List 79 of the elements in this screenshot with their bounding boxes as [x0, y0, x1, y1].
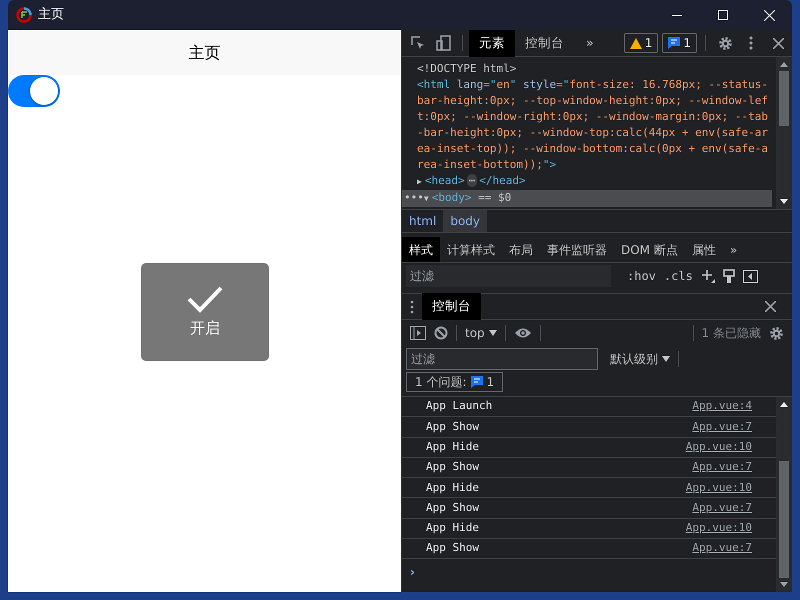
panel-tab[interactable]: 元素: [469, 30, 515, 56]
message-icon: [668, 37, 680, 49]
checkmark-icon: [186, 284, 224, 313]
more-tabs-button[interactable]: »: [722, 237, 744, 262]
scroll-up-icon[interactable]: [780, 61, 788, 67]
sidebar-tab[interactable]: 计算样式: [440, 237, 502, 262]
paint-icon[interactable]: [722, 269, 735, 283]
log-level-dropdown[interactable]: 默认级别: [610, 350, 670, 368]
code-line: <!DOCTYPE html>: [417, 61, 518, 77]
log-message: App Show: [426, 418, 479, 435]
message-icon: [470, 376, 482, 388]
more-options-icon[interactable]: [749, 36, 753, 50]
sidebar-tab[interactable]: 属性: [684, 237, 723, 262]
scroll-down-icon[interactable]: [780, 199, 788, 205]
caret-icon: [488, 330, 497, 336]
log-message: App Show: [426, 540, 479, 556]
toast-label: 开启: [190, 318, 220, 339]
source-link[interactable]: App.vue:7: [692, 459, 752, 476]
sidebar-tab[interactable]: DOM 断点: [614, 237, 685, 262]
scroll-down-icon[interactable]: [780, 582, 788, 588]
log-message: App Hide: [426, 520, 479, 536]
settings-icon[interactable]: [718, 36, 733, 50]
prompt-icon[interactable]: ›: [410, 565, 415, 580]
hover-toggle[interactable]: :hov: [627, 267, 656, 285]
log-message: App Show: [426, 459, 479, 476]
sidebar-tab[interactable]: 样式: [402, 237, 440, 262]
issues-button[interactable]: 1 个问题: 1: [406, 372, 504, 392]
scroll-up-icon[interactable]: [780, 401, 788, 407]
sidebar-tab[interactable]: 布局: [502, 237, 540, 262]
source-link[interactable]: App.vue:7: [692, 540, 752, 557]
log-message: App Launch: [426, 398, 492, 414]
messages-button[interactable]: 1: [662, 33, 697, 53]
context-dropdown[interactable]: top: [465, 324, 497, 342]
console-filter-field[interactable]: 过滤: [406, 348, 598, 370]
breadcrumb[interactable]: html: [402, 210, 444, 232]
scrollbar[interactable]: [776, 57, 792, 209]
breadcrumb[interactable]: body: [443, 210, 488, 232]
log-message: App Show: [426, 500, 479, 516]
source-link[interactable]: App.vue:4: [692, 398, 752, 415]
class-toggle[interactable]: .cls: [664, 267, 693, 285]
source-link[interactable]: App.vue:10: [686, 438, 752, 456]
settings-icon[interactable]: [769, 326, 784, 340]
drawer-tab[interactable]: 控制台: [422, 293, 481, 320]
eye-icon[interactable]: [514, 327, 532, 339]
panel-tab[interactable]: 控制台: [515, 30, 574, 56]
minimize-icon: [672, 14, 682, 16]
scrollbar[interactable]: [776, 397, 792, 592]
device-icon[interactable]: [436, 35, 452, 51]
sidebar-tab[interactable]: 事件监听器: [540, 237, 614, 262]
warning-icon: [630, 38, 642, 48]
source-link[interactable]: App.vue:10: [686, 520, 752, 537]
clear-icon[interactable]: [434, 326, 448, 340]
scrollbar-thumb[interactable]: [779, 461, 789, 578]
caret-icon: [662, 356, 670, 362]
app-logo-icon: [16, 7, 32, 23]
source-link[interactable]: App.vue:7: [692, 500, 752, 516]
page-title: 主页: [188, 42, 220, 64]
plus-icon[interactable]: [700, 269, 715, 283]
close-icon[interactable]: [773, 38, 784, 48]
close-icon[interactable]: [765, 301, 776, 312]
code-line[interactable]: ▶ <head> ⋯ </head>: [417, 173, 772, 190]
scrollbar-thumb[interactable]: [779, 71, 789, 126]
sidebar-icon[interactable]: [410, 326, 426, 340]
code-line: <html lang="en" style="font-size: 16.768px; --status-bar-height:0px; --top-window-height:0px; --window-left:0px; --window-right:0px; --window-margin:0px; --tab-bar-height:0px; --window-top:calc(44px + env(safe-area-inset-top)); --window-bottom:calc(0px + env(safe-area-inset-bottom));">: [417, 77, 770, 173]
log-message: App Hide: [426, 438, 479, 455]
styles-filter-field[interactable]: 过滤: [406, 265, 611, 287]
window-title: 主页: [38, 6, 64, 24]
close-icon: [764, 10, 774, 20]
inspect-icon[interactable]: [410, 35, 426, 51]
source-link[interactable]: App.vue:7: [692, 418, 752, 436]
hidden-count: 1 条已隐藏: [702, 325, 761, 342]
sidebar-toggle-icon[interactable]: [742, 270, 758, 282]
more-tabs-button[interactable]: »: [576, 30, 604, 56]
source-link[interactable]: App.vue:10: [686, 480, 752, 496]
log-message: App Hide: [426, 480, 479, 496]
drawer-menu-icon[interactable]: [410, 300, 414, 314]
toggle-switch[interactable]: [8, 75, 60, 107]
maximize-icon: [718, 10, 728, 20]
warnings-button[interactable]: 1: [624, 33, 658, 53]
